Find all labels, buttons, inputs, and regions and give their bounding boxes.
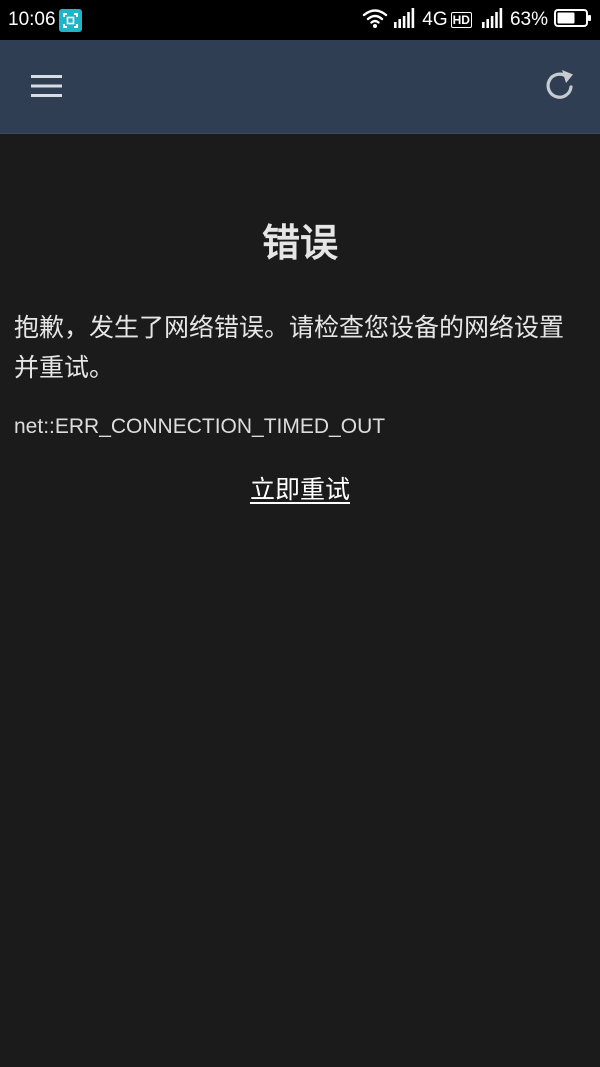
screenshot-icon: [59, 9, 82, 32]
cell-signal-icon: [394, 8, 416, 32]
wifi-icon: [362, 7, 388, 33]
menu-button[interactable]: [27, 68, 67, 104]
error-message: 抱歉，发生了网络错误。请检查您设备的网络设置并重试。: [14, 313, 565, 382]
battery-percent: 63%: [509, 9, 548, 30]
hamburger-menu-icon: [31, 75, 62, 97]
cell-signal-icon: [481, 8, 504, 32]
hd-badge: HD: [450, 12, 472, 28]
refresh-icon: [546, 70, 573, 99]
network-type-label: 4G: [422, 9, 448, 30]
retry-now-link[interactable]: 立即重试: [14, 472, 586, 508]
battery-icon: [554, 9, 592, 31]
error-code: net::ERR_CONNECTION_TIMED_OUT: [14, 415, 386, 438]
app-screen: 10:06 4G HD 63% 错误 抱歉，发生了网络错误。请检查您设备的网络设…: [0, 0, 600, 1067]
app-toolbar: [0, 40, 600, 134]
refresh-button[interactable]: [538, 64, 582, 108]
status-time: 10:06: [8, 9, 56, 30]
status-indicators: 4G HD 63%: [356, 8, 592, 32]
error-page: 错误 抱歉，发生了网络错误。请检查您设备的网络设置并重试。 net::ERR_C…: [0, 134, 600, 508]
page-title: 错误: [261, 221, 338, 265]
status-bar: 10:06 4G HD 63%: [0, 0, 600, 40]
